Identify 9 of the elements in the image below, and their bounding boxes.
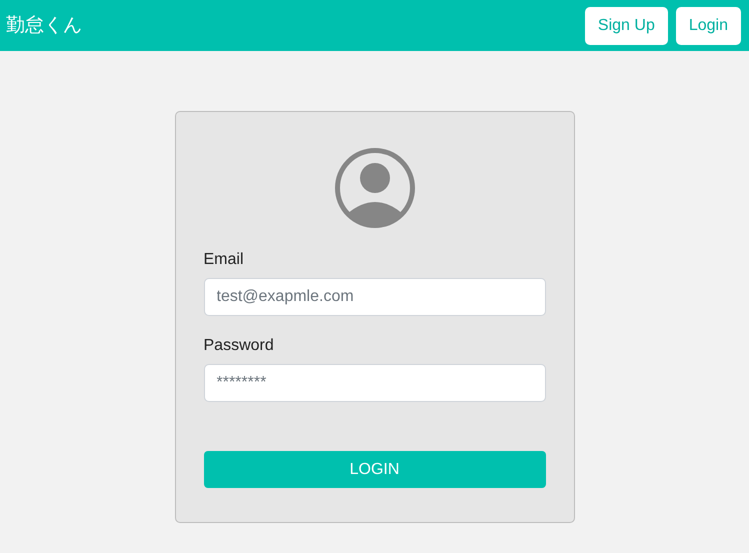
input-field[interactable]: ******** [204,364,546,402]
user-avatar-icon [334,148,414,228]
field-label: Email [204,250,245,270]
nav-button[interactable]: Login [676,6,741,44]
input-field[interactable]: test@exapmle.com [204,278,546,316]
brand-title[interactable]: 勤怠くん [6,11,82,40]
login-button[interactable]: LOGIN [204,451,546,488]
nav-button[interactable]: Sign Up [584,6,668,44]
field-label: Password [204,336,275,356]
